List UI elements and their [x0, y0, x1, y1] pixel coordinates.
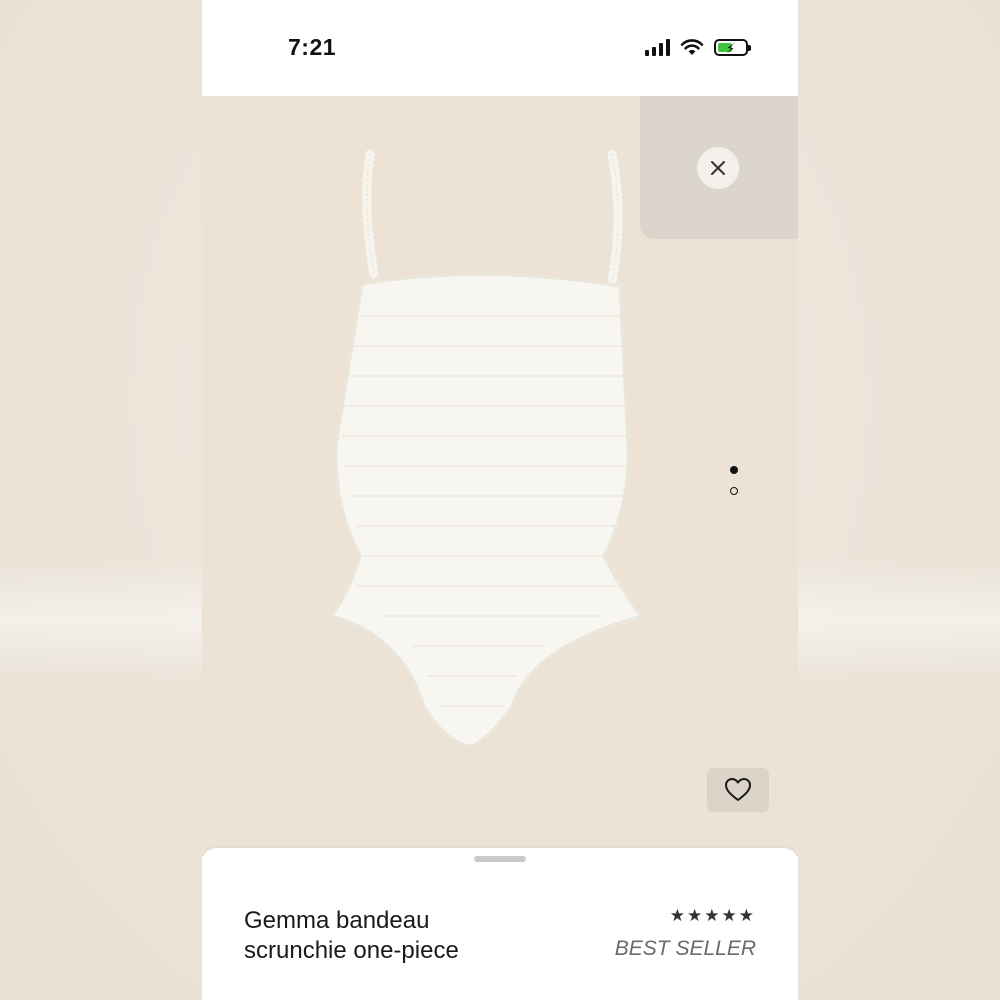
status-bar: 7:21 ⚡ [202, 0, 798, 96]
pager-dot-active[interactable] [730, 466, 738, 474]
wishlist-button[interactable] [707, 768, 769, 812]
sheet-grabber-handle[interactable] [474, 856, 526, 862]
heart-icon [725, 778, 751, 801]
status-time: 7:21 [288, 34, 337, 60]
best-seller-badge: BEST SELLER [614, 937, 756, 960]
close-button[interactable] [697, 147, 739, 189]
close-panel [640, 96, 798, 239]
image-pager [730, 466, 738, 495]
product-info-sheet[interactable]: Gemma bandeau scrunchie one-piece ★★★★★ … [202, 848, 798, 1000]
product-image-gallery[interactable] [202, 96, 798, 856]
cellular-signal-icon [645, 38, 670, 56]
battery-charging-icon: ⚡ [714, 38, 751, 56]
swimsuit-image [329, 149, 645, 748]
close-icon [711, 161, 725, 175]
wifi-icon [680, 39, 704, 55]
status-icons: ⚡ [645, 38, 751, 56]
phone-screen: 7:21 ⚡ Gemma bandeau scrunchie one-piece… [202, 0, 798, 1000]
rating-stars: ★★★★★ [669, 906, 756, 925]
pager-dot[interactable] [730, 487, 738, 495]
product-title: Gemma bandeau scrunchie one-piece [244, 907, 459, 964]
